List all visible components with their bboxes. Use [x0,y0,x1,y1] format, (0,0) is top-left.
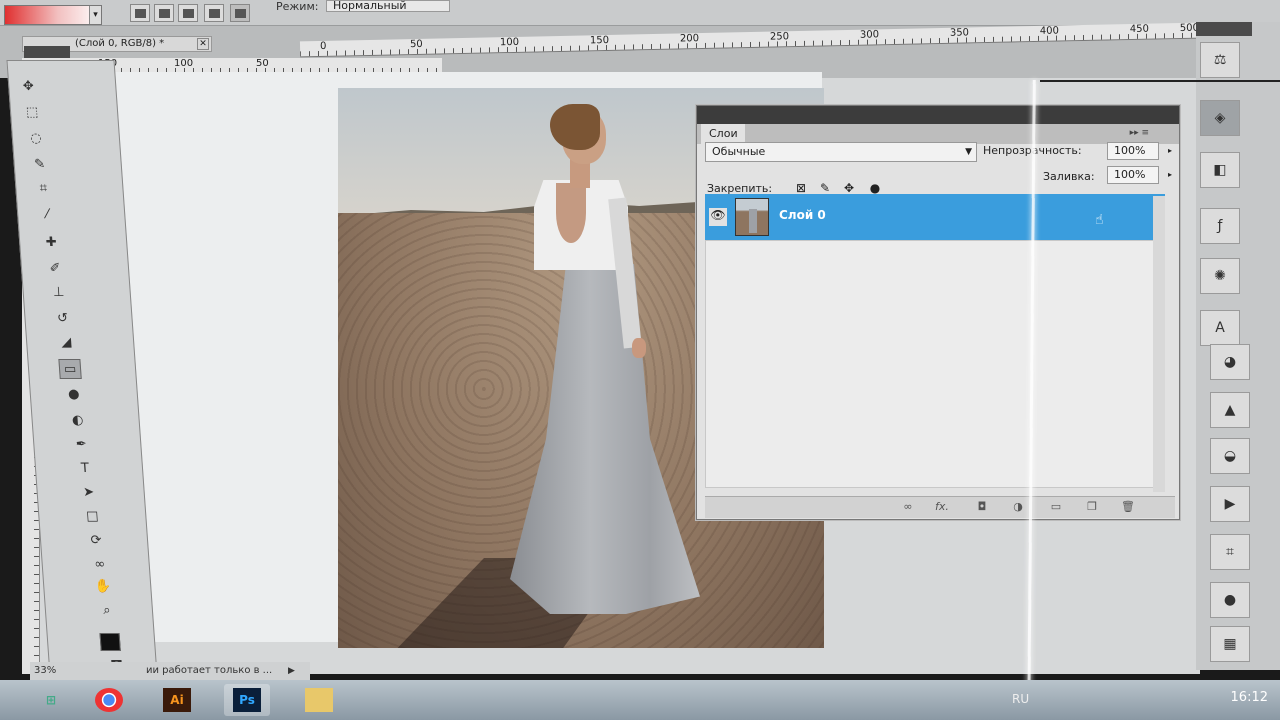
marquee-tool-icon[interactable]: ⬚ [20,103,43,123]
foreground-color-swatch[interactable] [99,633,121,651]
3d-orbit-icon[interactable]: ∞ [88,555,111,575]
explorer-icon[interactable] [296,684,342,716]
status-message: ии работает только в ... [146,665,273,676]
taskbar: ⊞ Ai Ps RU 16:12 [0,680,1280,720]
top-ruler: 0 50 100 150 200 250 300 350 400 450 500 [299,22,1201,58]
hand-tool-icon[interactable]: ✋ [92,577,115,597]
pen-tool-icon[interactable]: ✒ [70,435,93,455]
dock-header[interactable] [1196,22,1252,36]
3d-icon[interactable]: ◒ [1210,438,1250,474]
chevron-down-icon[interactable]: ▾ [89,6,101,24]
timeline-icon[interactable]: ▦ [1210,626,1250,662]
layers-list-area [705,240,1165,488]
linear-gradient-button[interactable] [130,4,150,22]
clock[interactable]: 16:12 [1231,690,1268,705]
navigator-icon[interactable]: ✺ [1200,258,1240,294]
adjustments-icon[interactable]: ◧ [1200,152,1240,188]
history-brush-icon[interactable]: ↺ [51,309,74,329]
fx-icon[interactable]: fx. [933,500,951,514]
fill-label: Заливка: [1043,170,1095,183]
reflected-gradient-button[interactable] [204,4,224,22]
character-icon[interactable]: A [1200,310,1240,346]
panel-menu-icon[interactable]: ▸▸ ≡ [1130,128,1149,138]
blend-mode-value: Обычные [712,145,766,158]
transform-icon[interactable]: ⌗ [1210,534,1250,570]
right-dock: ⚖ ◈ ◧ ƒ ✺ A ◕ ▲ ◒ ▶ ⌗ ● ▦ [1196,22,1280,670]
layers-dock-icon[interactable]: ◈ [1200,100,1240,136]
illustrator-button[interactable]: Ai [154,684,200,716]
tools-panel: ✥ ⬚ ◌ ✎ ⌗ ⁄ ✚ ✐ ⊥ ↺ ◢ ▭ ● ◐ ✒ T ➤ □ ⟳ ∞ … [6,46,158,676]
guide-line-horizontal[interactable] [1040,80,1280,82]
rectangle-tool-icon[interactable]: □ [81,507,104,527]
status-bar: 33% ии работает только в ... ▶ [30,662,310,680]
radial-gradient-button[interactable] [154,4,174,22]
close-icon[interactable]: ✕ [197,38,209,50]
histogram-icon[interactable]: ▲ [1210,392,1250,428]
gradient-picker[interactable]: ▾ [4,5,102,25]
zoom-level[interactable]: 33% [34,662,56,680]
layers-panel-titlebar[interactable] [697,106,1179,126]
layers-panel: Слои ▸▸ ≡ Обычные ▼ Непрозрачность: 100%… [696,105,1180,520]
workspace-icon[interactable]: ⚖ [1200,42,1240,78]
path-selection-icon[interactable]: ➤ [77,483,100,503]
layers-tabstrip [697,124,1179,144]
diamond-gradient-button[interactable] [230,4,250,22]
hand-cursor-icon: ☝ [1095,212,1104,228]
crop-tool-icon[interactable]: ⌗ [32,179,55,199]
options-bar: ▾ Режим: Нормальный [0,0,1280,26]
blur-tool-icon[interactable]: ● [62,385,85,405]
tools-panel-header[interactable] [24,46,70,58]
link-layers-icon[interactable]: ∞ [899,500,917,514]
opacity-field[interactable]: 100% ▸ [1107,142,1172,160]
angle-gradient-button[interactable] [178,4,198,22]
add-mask-icon[interactable]: ◘ [973,500,991,514]
new-layer-icon[interactable]: ❐ [1083,500,1101,514]
eye-icon[interactable]: 👁 [709,208,727,226]
dodge-tool-icon[interactable]: ◐ [66,411,89,431]
tools-column: ✥ ⬚ ◌ ✎ ⌗ ⁄ ✚ ✐ ⊥ ↺ ◢ ▭ ● ◐ ✒ T ➤ □ ⟳ ∞ … [6,60,158,676]
blend-mode-select[interactable]: Обычные ▼ [705,142,977,162]
layers-bottom-bar: ∞ fx. ◘ ◑ ▭ ❐ 🗑 [705,496,1175,518]
move-tool-icon[interactable]: ✥ [17,77,40,97]
lasso-tool-icon[interactable]: ◌ [24,129,47,149]
swatches-icon[interactable]: ◕ [1210,344,1250,380]
chevron-down-icon: ▼ [965,147,972,157]
play-icon[interactable]: ▶ [288,662,295,680]
eraser-icon[interactable]: ◢ [55,333,78,353]
mode-label: Режим: [276,0,319,13]
layer-row[interactable]: 👁 Слой 0 ☝ [705,194,1165,240]
eyedropper-icon[interactable]: ⁄ [36,205,59,225]
layers-scrollbar[interactable] [1153,196,1165,492]
quick-selection-icon[interactable]: ✎ [28,155,51,175]
healing-brush-icon[interactable]: ✚ [40,233,63,253]
tab-layers[interactable]: Слои [701,124,745,144]
stamp-tool-icon[interactable]: ⊥ [47,283,70,303]
start-button[interactable]: ⊞ [28,684,74,716]
adjustment-layer-icon[interactable]: ◑ [1009,500,1027,514]
mode-select[interactable]: Нормальный [326,0,450,12]
layer-thumbnail [735,198,769,236]
3d-rotate-icon[interactable]: ⟳ [84,531,107,551]
gradient-tool-icon[interactable]: ▭ [58,359,82,379]
brush-tool-icon[interactable]: ✐ [43,259,66,279]
brush-preset-icon[interactable]: ● [1210,582,1250,618]
actions-icon[interactable]: ▶ [1210,486,1250,522]
photoshop-button[interactable]: Ps [224,684,270,716]
styles-icon[interactable]: ƒ [1200,208,1240,244]
language-indicator[interactable]: RU [1012,692,1029,706]
trash-icon[interactable]: 🗑 [1119,500,1137,514]
type-tool-icon[interactable]: T [73,459,96,479]
ruler-area: 0 50 100 150 200 250 300 350 400 450 500… [0,22,1201,78]
zoom-tool-icon[interactable]: ⌕ [95,601,118,621]
group-icon[interactable]: ▭ [1047,500,1065,514]
fill-field[interactable]: 100% ▸ [1107,166,1172,184]
layer-name: Слой 0 [779,208,826,222]
chrome-icon[interactable] [86,684,132,716]
